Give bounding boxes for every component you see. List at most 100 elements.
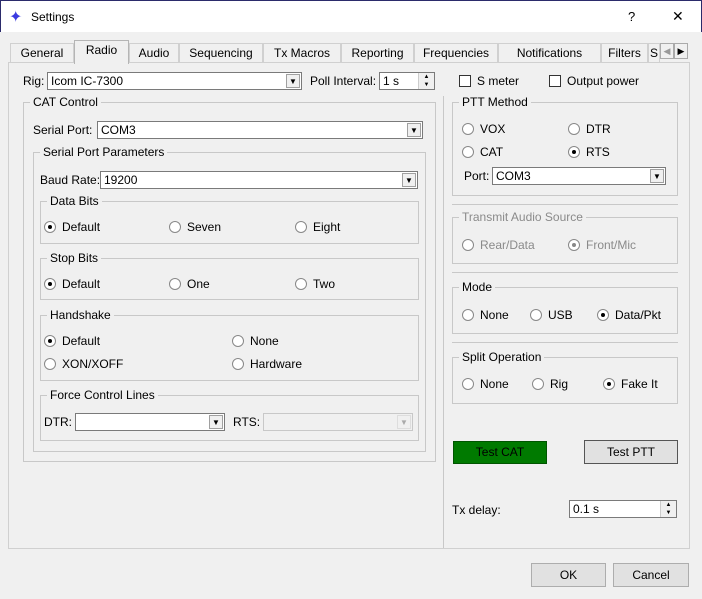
radio-icon	[169, 278, 181, 290]
poll-interval-label: Poll Interval:	[310, 74, 377, 88]
radio-label: USB	[548, 308, 573, 322]
data-bits-default-radio[interactable]: Default	[44, 220, 100, 234]
radio-icon	[568, 239, 580, 251]
title-bar: ✦ Settings ? ✕	[0, 0, 702, 32]
handshake-xonxoff-radio[interactable]: XON/XOFF	[44, 357, 123, 371]
spin-arrows-icon[interactable]: ▲ ▼	[418, 73, 434, 89]
serial-port-select[interactable]: COM3 ▼	[97, 121, 423, 139]
audio-source-title: Transmit Audio Source	[459, 210, 586, 224]
ptt-method-title: PTT Method	[459, 95, 531, 109]
separator	[452, 342, 678, 343]
radio-label: RTS	[586, 145, 610, 159]
stop-bits-default-radio[interactable]: Default	[44, 277, 100, 291]
stop-bits-two-radio[interactable]: Two	[295, 277, 335, 291]
tab-scroll-right[interactable]: ▶	[674, 43, 688, 59]
radio-icon	[44, 335, 56, 347]
radio-label: VOX	[480, 122, 506, 136]
data-bits-seven-radio[interactable]: Seven	[169, 220, 221, 234]
force-control-title: Force Control Lines	[47, 388, 158, 402]
app-icon: ✦	[9, 9, 23, 26]
radio-label: One	[187, 277, 210, 291]
handshake-none-radio[interactable]: None	[232, 334, 279, 348]
tab-radio[interactable]: Radio	[74, 40, 129, 64]
split-rig-radio[interactable]: Rig	[532, 377, 568, 391]
data-bits-title: Data Bits	[47, 194, 102, 208]
tab-frequencies[interactable]: Frequencies	[414, 43, 498, 63]
spin-arrows-icon[interactable]: ▲ ▼	[660, 501, 676, 517]
ok-button[interactable]: OK	[531, 563, 606, 587]
rig-select[interactable]: Icom IC-7300 ▼	[47, 72, 302, 90]
radio-icon	[44, 358, 56, 370]
radio-icon	[597, 309, 609, 321]
tab-tx-macros[interactable]: Tx Macros	[263, 43, 341, 63]
radio-icon	[169, 221, 181, 233]
tab-notifications[interactable]: Notifications	[498, 43, 601, 63]
ptt-port-value: COM3	[496, 169, 531, 183]
ptt-cat-radio[interactable]: CAT	[462, 145, 503, 159]
help-button[interactable]: ?	[628, 9, 635, 24]
rig-value: Icom IC-7300	[51, 74, 124, 88]
tab-partial[interactable]: S	[648, 43, 660, 63]
stop-bits-title: Stop Bits	[47, 251, 102, 265]
mode-usb-radio[interactable]: USB	[530, 308, 573, 322]
chevron-down-icon: ▼	[650, 169, 664, 183]
split-none-radio[interactable]: None	[462, 377, 509, 391]
tab-general[interactable]: General	[10, 43, 74, 63]
radio-icon	[530, 309, 542, 321]
handshake-default-radio[interactable]: Default	[44, 334, 100, 348]
close-button[interactable]: ✕	[672, 8, 684, 25]
stop-bits-one-radio[interactable]: One	[169, 277, 210, 291]
radio-icon	[568, 123, 580, 135]
ptt-dtr-radio[interactable]: DTR	[568, 122, 611, 136]
rts-select[interactable]: ▼	[263, 413, 413, 431]
output-power-label: Output power	[567, 74, 640, 88]
tx-delay-spinbox[interactable]: 0.1 s ▲ ▼	[569, 500, 677, 518]
radio-label: Data/Pkt	[615, 308, 662, 322]
baud-rate-select[interactable]: 19200 ▼	[100, 171, 418, 189]
tab-filters[interactable]: Filters	[601, 43, 648, 63]
tab-sequencing[interactable]: Sequencing	[179, 43, 263, 63]
chevron-down-icon: ▼	[407, 123, 421, 137]
radio-icon	[232, 358, 244, 370]
tab-reporting[interactable]: Reporting	[341, 43, 414, 63]
radio-label: Default	[62, 334, 101, 348]
radio-icon	[603, 378, 615, 390]
chevron-down-icon: ▼	[286, 74, 300, 88]
cancel-button[interactable]: Cancel	[613, 563, 689, 587]
separator	[452, 204, 678, 205]
radio-label: Seven	[187, 220, 222, 234]
baud-rate-value: 19200	[104, 173, 138, 187]
s-meter-checkbox[interactable]: S meter	[459, 74, 519, 88]
tab-scroll-left[interactable]: ◀	[660, 43, 674, 59]
cat-control-title: CAT Control	[30, 95, 101, 109]
mode-none-radio[interactable]: None	[462, 308, 509, 322]
radio-icon	[462, 309, 474, 321]
poll-interval-value: 1 s	[383, 74, 400, 88]
split-fake-it-radio[interactable]: Fake It	[603, 377, 658, 391]
ptt-port-label: Port:	[464, 169, 490, 183]
output-power-checkbox[interactable]: Output power	[549, 74, 639, 88]
ptt-port-select[interactable]: COM3 ▼	[492, 167, 666, 185]
data-bits-eight-radio[interactable]: Eight	[295, 220, 340, 234]
dtr-select[interactable]: ▼	[75, 413, 225, 431]
tab-audio[interactable]: Audio	[129, 43, 179, 63]
test-cat-button[interactable]: Test CAT	[453, 441, 547, 464]
poll-interval-spinbox[interactable]: 1 s ▲ ▼	[379, 72, 435, 90]
separator	[452, 272, 678, 273]
audio-front-radio[interactable]: Front/Mic	[568, 238, 636, 252]
mode-data-pkt-radio[interactable]: Data/Pkt	[597, 308, 661, 322]
radio-label: XON/XOFF	[62, 357, 124, 371]
serial-port-value: COM3	[101, 123, 136, 137]
ptt-rts-radio[interactable]: RTS	[568, 145, 610, 159]
mode-title: Mode	[459, 280, 496, 294]
radio-icon	[462, 239, 474, 251]
radio-label: CAT	[480, 145, 504, 159]
radio-label: Default	[62, 277, 101, 291]
radio-label: Hardware	[250, 357, 303, 371]
test-ptt-button[interactable]: Test PTT	[584, 440, 678, 464]
radio-label: Front/Mic	[586, 238, 637, 252]
handshake-hardware-radio[interactable]: Hardware	[232, 357, 302, 371]
audio-rear-radio[interactable]: Rear/Data	[462, 238, 535, 252]
ptt-vox-radio[interactable]: VOX	[462, 122, 505, 136]
serial-port-label: Serial Port:	[33, 123, 93, 137]
